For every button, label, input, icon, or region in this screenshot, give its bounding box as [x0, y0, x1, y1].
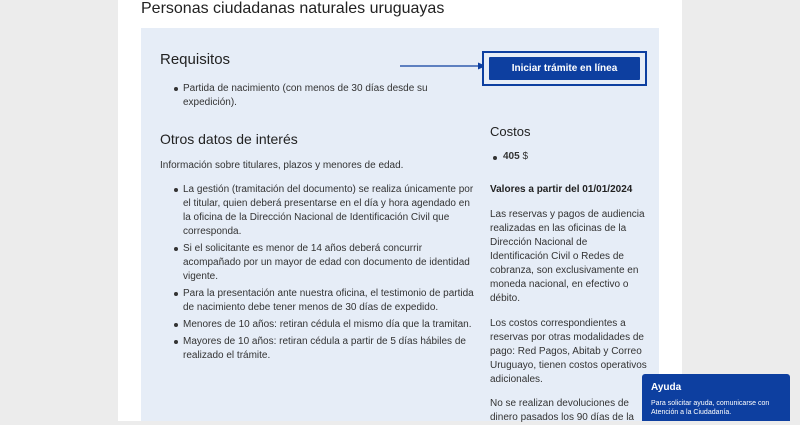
help-title: Ayuda [651, 382, 682, 393]
cost-item: 405 $ [490, 151, 528, 162]
arrow-right-icon [400, 62, 486, 70]
otros-datos-list: La gestión (tramitación del documento) s… [160, 183, 478, 366]
valores-title: Valores a partir del 01/01/2024 [490, 184, 633, 195]
requisitos-list: Partida de nacimiento (con menos de 30 d… [160, 82, 440, 110]
list-item: Partida de nacimiento (con menos de 30 d… [160, 82, 440, 110]
costos-title: Costos [490, 124, 531, 139]
list-item: Si el solicitante es menor de 14 años de… [160, 242, 478, 284]
list-item: Menores de 10 años: retiran cédula el mi… [160, 318, 478, 332]
page-title: Personas ciudadanas naturales uruguayas [141, 0, 445, 17]
list-item: Para la presentación ante nuestra oficin… [160, 287, 478, 315]
help-widget[interactable]: Ayuda Para solicitar ayuda, comunicarse … [642, 374, 790, 421]
cost-amount: 405 [503, 151, 520, 162]
costos-paragraph: Los costos correspondientes a reservas p… [490, 318, 647, 385]
help-text: Para solicitar ayuda, comunicarse con At… [651, 400, 770, 416]
cost-currency: $ [522, 151, 529, 162]
iniciar-tramite-button[interactable]: Iniciar trámite en línea [489, 57, 640, 80]
otros-datos-intro: Información sobre titulares, plazos y me… [160, 160, 404, 171]
list-item: La gestión (tramitación del documento) s… [160, 183, 478, 239]
otros-datos-title: Otros datos de interés [160, 131, 298, 147]
requisitos-title: Requisitos [160, 51, 231, 68]
costos-paragraph: Las reservas y pagos de audiencia realiz… [490, 209, 645, 304]
list-item: Mayores de 10 años: retiran cédula a par… [160, 335, 478, 363]
